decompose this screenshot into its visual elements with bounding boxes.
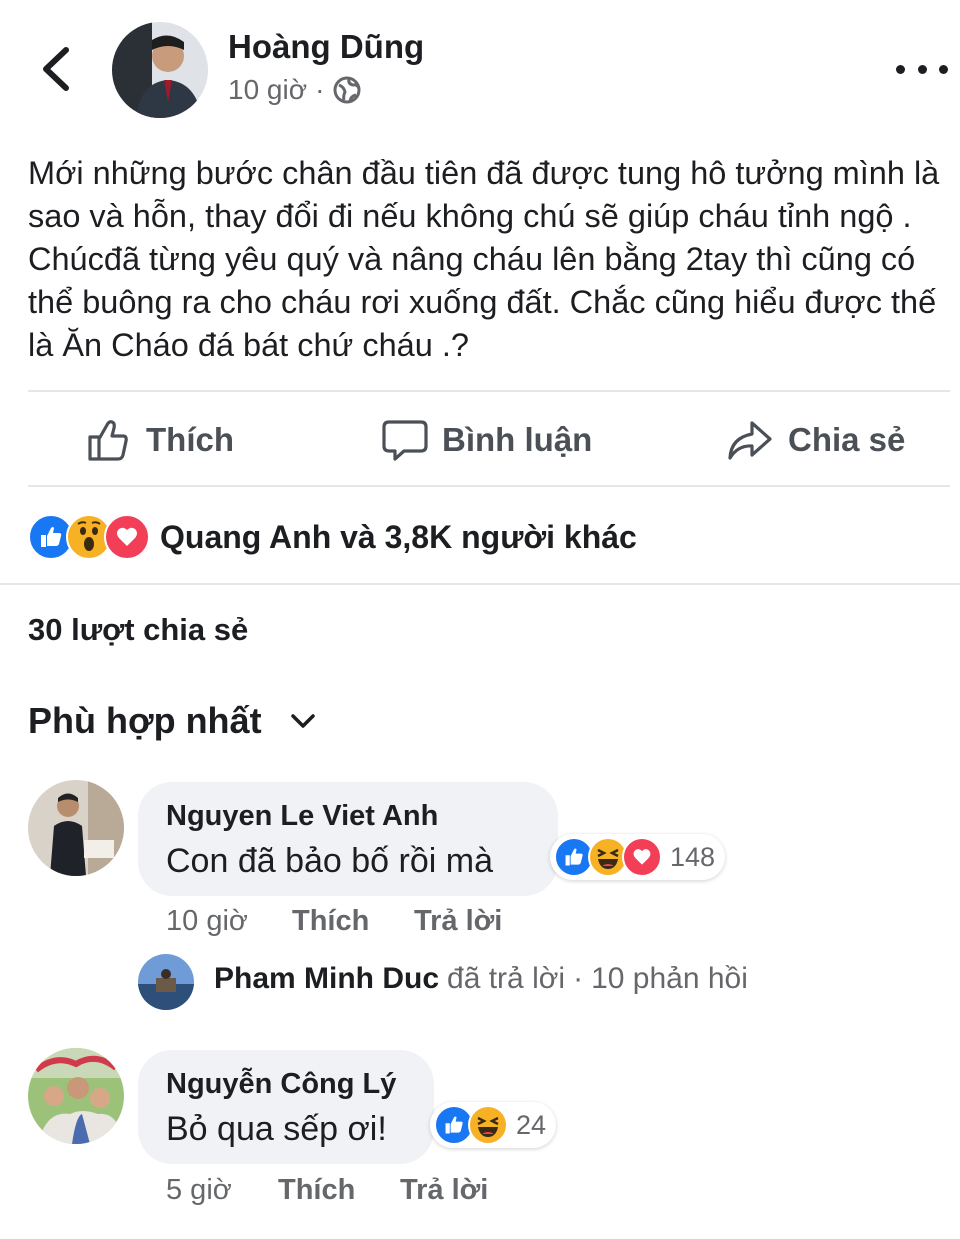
comment-reactions[interactable]: 148 [550,834,726,880]
globe-icon [333,76,361,104]
reaction-count: 148 [670,841,716,872]
chevron-left-icon [43,47,69,91]
reply-count: 10 phản hồi [591,962,748,995]
comment-reply-button[interactable]: Trả lời [414,905,502,938]
post-time[interactable]: 10 giờ [228,74,307,106]
comment-bubble[interactable]: Nguyễn Công Lý Bỏ qua sếp ơi! [138,1050,434,1164]
love-icon [622,837,662,877]
comment-like-button[interactable]: Thích [278,1174,355,1207]
share-arrow-icon [728,421,772,460]
author-avatar-image [112,22,208,118]
love-icon [104,514,150,560]
comment-sort-dropdown[interactable]: Phù hợp nhất [28,700,318,742]
comment-time: 10 giờ [166,905,248,937]
thumbs-up-icon [88,420,128,461]
commenter-avatar-image [28,780,124,876]
comment-time: 5 giờ [166,1174,232,1206]
post-meta: 10 giờ · [228,74,362,106]
reply-separator: · [573,962,584,995]
replier-avatar-image [138,954,194,1010]
commenter-name[interactable]: Nguyen Le Viet Anh [166,800,438,833]
commenter-avatar[interactable] [28,1048,124,1144]
comment-text: Con đã bảo bố rồi mà [166,842,493,880]
comment-button[interactable]: Bình luận [382,412,592,468]
commenter-avatar[interactable] [28,780,124,876]
back-button[interactable] [36,44,80,94]
comment-label: Bình luận [442,421,593,458]
share-button[interactable]: Chia sẻ [726,412,905,468]
share-label: Chia sẻ [788,421,906,458]
replier-avatar[interactable] [138,954,194,1010]
haha-icon [468,1105,508,1145]
reactions-summary[interactable]: Quang Anh và 3,8K người khác [28,514,637,560]
comment-reply-button[interactable]: Trả lời [400,1174,488,1207]
commenter-name[interactable]: Nguyễn Công Lý [166,1068,396,1101]
comment-like-button[interactable]: Thích [292,905,369,938]
comment-bubble[interactable]: Nguyen Le Viet Anh Con đã bảo bố rồi mà [138,782,558,896]
divider [28,485,950,487]
divider [28,390,950,392]
like-label: Thích [146,421,234,458]
view-replies-link[interactable]: Pham Minh Duc đã trả lời · 10 phản hồi [214,962,748,996]
reaction-count: 24 [516,1109,547,1140]
replier-name: Pham Minh Duc [214,962,440,995]
reply-action: đã trả lời [447,962,566,995]
comment-reactions[interactable]: 24 [430,1102,557,1148]
author-name[interactable]: Hoàng Dũng [228,28,424,66]
reactions-label: Quang Anh và 3,8K người khác [160,518,637,555]
author-avatar[interactable] [112,22,208,118]
like-button[interactable]: Thích [86,412,234,468]
section-divider [0,583,960,585]
meta-separator: · [315,74,325,105]
sort-label: Phù hợp nhất [28,700,262,741]
post-text: Mới những bước chân đầu tiên đã được tun… [28,155,940,363]
commenter-avatar-image [28,1048,124,1144]
comment-icon [382,420,428,461]
shares-count[interactable]: 30 lượt chia sẻ [28,612,248,648]
chevron-down-icon [290,714,315,728]
comment-text: Bỏ qua sếp ơi! [166,1110,387,1148]
more-options-button[interactable] [896,52,948,86]
